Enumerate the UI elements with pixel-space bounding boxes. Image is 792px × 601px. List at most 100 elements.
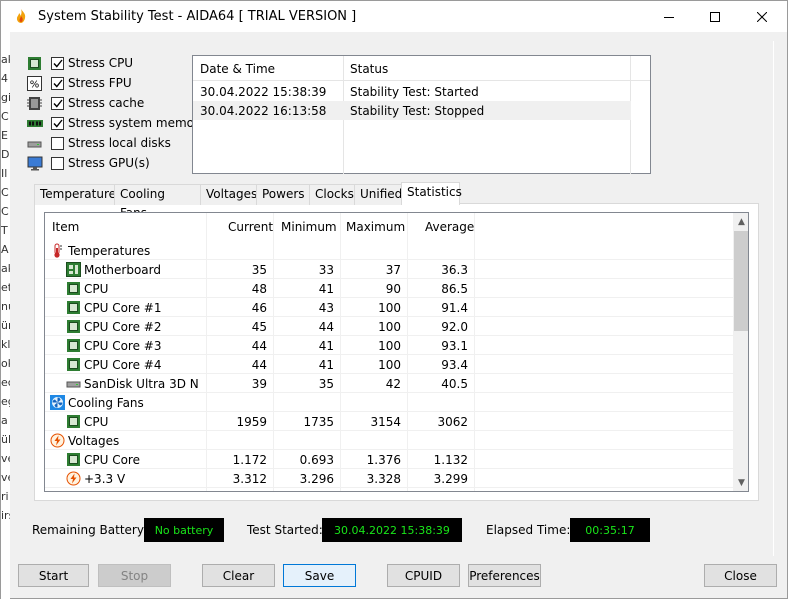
table-row[interactable]: SanDisk Ultra 3D NV... 39 35 42 40.5: [45, 374, 733, 393]
stress-checkbox[interactable]: [51, 56, 64, 70]
background-text: ve: [1, 471, 10, 484]
cpu-chip-icon: [66, 452, 81, 467]
scroll-thumb[interactable]: [734, 231, 748, 331]
stress-label[interactable]: Stress system memory: [68, 116, 206, 130]
background-text: ak: [1, 262, 10, 275]
table-row[interactable]: CPU 48 41 90 86.5: [45, 279, 733, 298]
tab-unified[interactable]: Unified: [354, 184, 402, 205]
fan-icon: [50, 395, 65, 410]
background-text: irş: [1, 509, 10, 522]
maximum-value: 42: [385, 377, 401, 391]
background-text: ak: [1, 53, 10, 66]
scroll-up-button[interactable]: ▲: [733, 213, 748, 230]
group-row[interactable]: Temperatures: [45, 241, 733, 260]
col-header-current[interactable]: Current: [228, 220, 273, 234]
group-row[interactable]: Voltages: [45, 431, 733, 450]
maximum-value: 3154: [370, 415, 401, 429]
vertical-scrollbar[interactable]: ▲ ▼: [733, 213, 748, 491]
background-text: E: [1, 129, 8, 142]
current-value: 1959: [236, 415, 267, 429]
col-header-average[interactable]: Average: [425, 220, 474, 234]
title-bar[interactable]: System Stability Test - AIDA64 [ TRIAL V…: [1, 1, 787, 32]
start-button[interactable]: Start: [18, 564, 89, 587]
stress-checkbox[interactable]: [51, 116, 64, 130]
stress-option[interactable]: % Stress FPU: [27, 74, 132, 92]
stress-option[interactable]: Stress local disks: [27, 134, 171, 152]
table-row[interactable]: CPU Core #3 44 41 100 93.1: [45, 336, 733, 355]
log-header-datetime[interactable]: Date & Time: [200, 62, 275, 76]
battery-label: Remaining Battery:: [32, 523, 148, 537]
table-row[interactable]: CPU Core #2 45 44 100 92.0: [45, 317, 733, 336]
current-value: 46: [251, 301, 267, 315]
log-datetime: 30.04.2022 15:38:39: [200, 85, 327, 99]
stress-option[interactable]: Stress GPU(s): [27, 154, 150, 172]
log-header-status[interactable]: Status: [350, 62, 388, 76]
table-row[interactable]: +3.3 V 3.312 3.296 3.328 3.299: [45, 469, 733, 488]
tab-voltages[interactable]: Voltages: [200, 184, 257, 205]
close-icon: [757, 11, 767, 22]
scroll-down-button[interactable]: ▼: [733, 474, 748, 491]
minimum-value: 33: [318, 263, 334, 277]
tab-cooling-fans[interactable]: Cooling Fans: [114, 184, 201, 220]
col-header-maximum[interactable]: Maximum: [346, 220, 405, 234]
col-header-item[interactable]: Item: [52, 220, 79, 234]
minimize-button[interactable]: [646, 1, 692, 32]
stress-label[interactable]: Stress local disks: [68, 136, 171, 150]
maximize-button[interactable]: [692, 1, 738, 32]
stress-checkbox[interactable]: [51, 136, 64, 150]
stress-label[interactable]: Stress cache: [68, 96, 144, 110]
background-text: eti: [1, 281, 10, 294]
tab-powers[interactable]: Powers: [256, 184, 310, 205]
checkmark-icon: [52, 59, 63, 68]
group-row[interactable]: Cooling Fans: [45, 393, 733, 412]
stability-test-window: ak4giCEDIlCCTAaketinuürklokecegaülveveri…: [0, 0, 788, 601]
stress-label[interactable]: Stress FPU: [68, 76, 132, 90]
stress-label[interactable]: Stress GPU(s): [68, 156, 150, 170]
minimum-value: 41: [318, 282, 334, 296]
clear-button[interactable]: Clear: [202, 564, 275, 587]
average-value: 40.5: [441, 377, 468, 391]
table-row[interactable]: CPU Core 1.172 0.693 1.376 1.132: [45, 450, 733, 469]
item-name: CPU Core #3: [84, 339, 162, 353]
stress-label[interactable]: Stress CPU: [68, 56, 133, 70]
stress-checkbox[interactable]: [51, 76, 64, 90]
window-title: System Stability Test - AIDA64 [ TRIAL V…: [38, 9, 357, 24]
cpuid-button[interactable]: CPUID: [387, 564, 460, 587]
tab-temperatures[interactable]: Temperatures: [34, 184, 122, 205]
table-row[interactable]: CPU Core #1 46 43 100 91.4: [45, 298, 733, 317]
stop-button[interactable]: Stop: [98, 564, 171, 587]
average-value: 93.1: [441, 339, 468, 353]
stress-checkbox[interactable]: [51, 156, 64, 170]
log-row[interactable]: 30.04.2022 16:13:58 Stability Test: Stop…: [193, 101, 631, 120]
cpu-chip-icon: [66, 300, 81, 315]
table-row[interactable]: Motherboard 35 33 37 36.3: [45, 260, 733, 279]
stress-option[interactable]: Stress cache: [27, 94, 144, 112]
log-row[interactable]: 30.04.2022 15:38:39 Stability Test: Star…: [193, 82, 631, 101]
cpu-chip-icon: [27, 56, 43, 70]
fpu-percent-icon: %: [27, 76, 43, 91]
col-header-minimum[interactable]: Minimum: [281, 220, 337, 234]
statistics-table[interactable]: Item Current Minimum Maximum Average Tem…: [44, 212, 749, 492]
current-value: 44: [251, 339, 267, 353]
statistics-header: Item Current Minimum Maximum Average: [45, 213, 733, 241]
table-row[interactable]: CPU Core #4 44 41 100 93.4: [45, 355, 733, 374]
stress-option[interactable]: Stress system memory: [27, 114, 206, 132]
item-name: CPU: [84, 415, 109, 429]
event-log[interactable]: Date & Time Status 30.04.2022 15:38:39 S…: [192, 55, 651, 174]
minimum-value: 3.296: [299, 472, 334, 486]
tab-statistics[interactable]: Statistics: [401, 182, 462, 205]
stress-checkbox[interactable]: [51, 96, 64, 110]
item-name: SanDisk Ultra 3D NV...: [84, 377, 199, 391]
background-text: D: [1, 148, 10, 161]
tab-clocks[interactable]: Clocks: [309, 184, 355, 205]
stress-option[interactable]: Stress CPU: [27, 54, 133, 72]
background-text: ri: [1, 490, 9, 503]
save-button[interactable]: Save: [283, 564, 356, 587]
close-button[interactable]: Close: [704, 564, 777, 587]
table-row[interactable]: CPU 1959 1735 3154 3062: [45, 412, 733, 431]
thermometer-icon: [50, 243, 65, 258]
close-window-button[interactable]: [739, 1, 785, 32]
maximum-value: 100: [378, 339, 401, 353]
average-value: 3.299: [433, 472, 468, 486]
preferences-button[interactable]: Preferences: [468, 564, 541, 587]
